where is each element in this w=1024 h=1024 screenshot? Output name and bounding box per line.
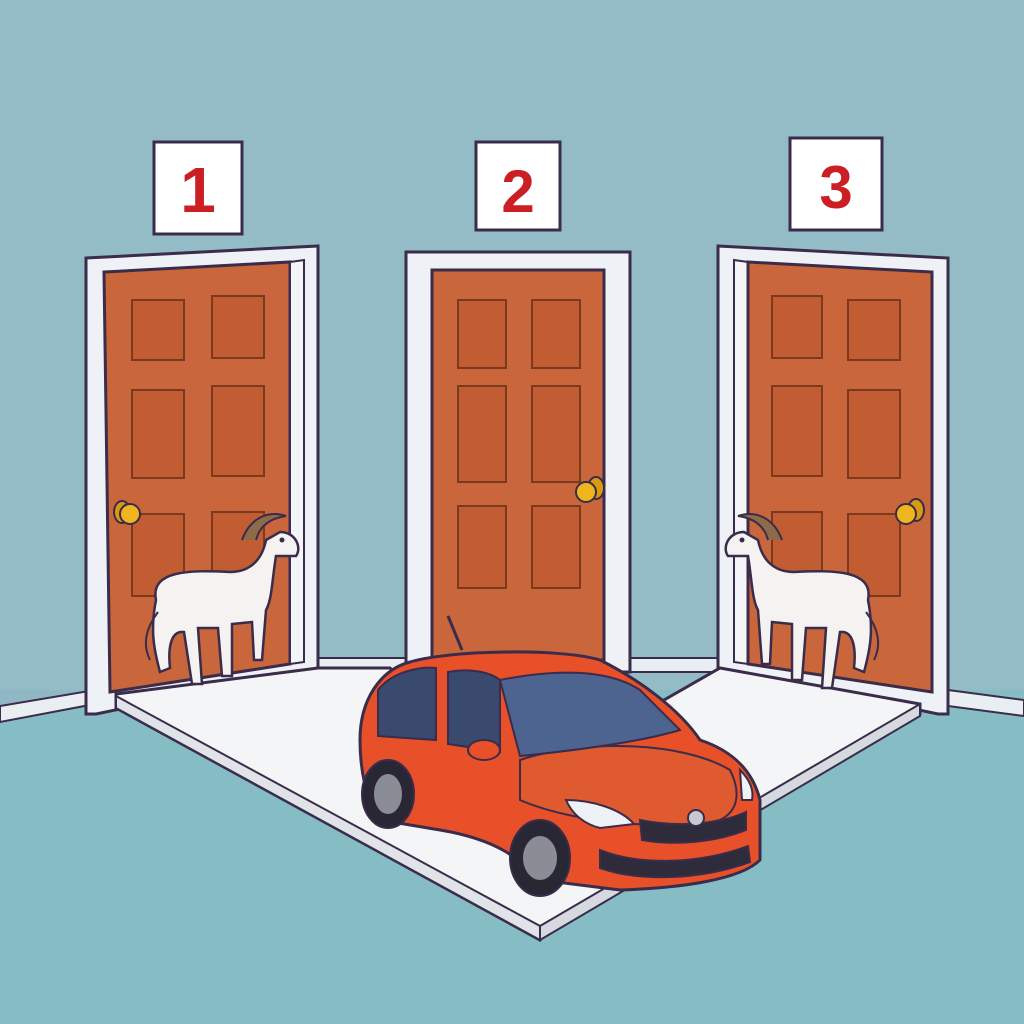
door-2[interactable] — [404, 250, 632, 674]
monty-hall-scene: 1 2 3 — [0, 0, 1024, 1024]
sign-2: 2 — [474, 140, 562, 232]
car-wheel-front — [509, 819, 571, 897]
car-wheel-rear — [361, 759, 415, 829]
door-1-edge — [289, 258, 305, 666]
scene-illustration: 1 2 3 — [0, 0, 1024, 1024]
sign-3-number: 3 — [819, 154, 852, 221]
door-1[interactable] — [84, 244, 320, 716]
sign-3: 3 — [788, 136, 884, 232]
sign-1-number: 1 — [180, 154, 216, 226]
sign-2-number: 2 — [501, 158, 534, 225]
door-3-edge — [733, 258, 749, 666]
sign-1: 1 — [152, 140, 244, 236]
